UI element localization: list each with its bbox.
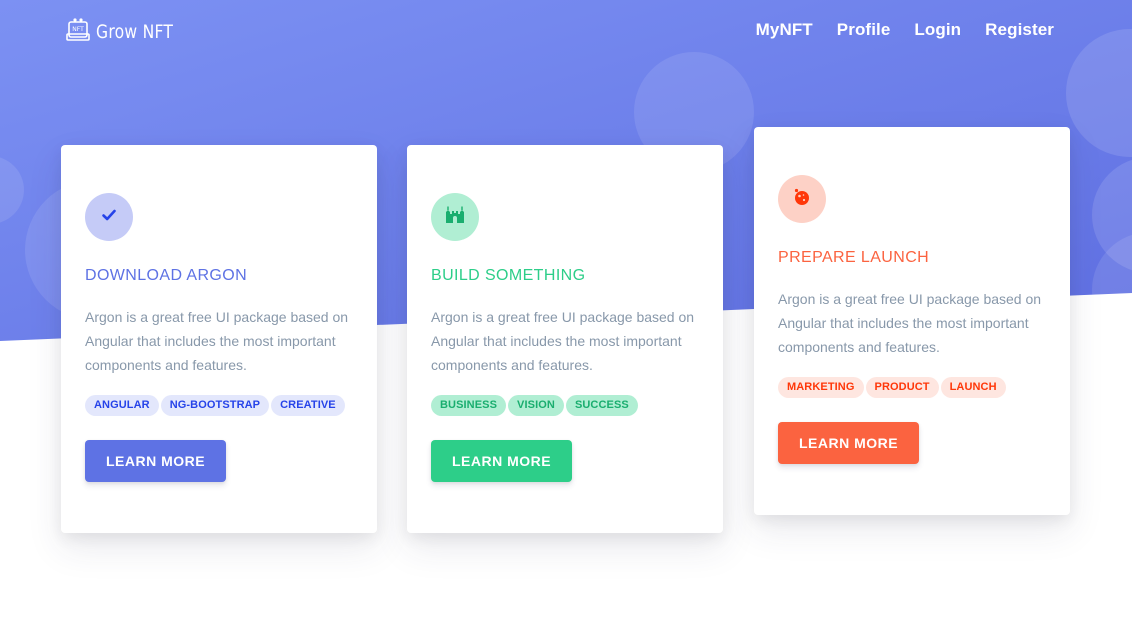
castle-icon xyxy=(444,205,466,230)
card-title: DOWNLOAD ARGON xyxy=(85,267,248,284)
nav-link-mynft[interactable]: MyNFT xyxy=(756,20,813,40)
learn-more-button[interactable]: LEARN MORE xyxy=(85,440,227,482)
card-icon-circle xyxy=(778,175,826,223)
brand[interactable]: NFT Grow NFT xyxy=(66,17,190,47)
badge: VISION xyxy=(508,395,564,416)
card-badges: BUSINESS VISION SUCCESS xyxy=(431,395,699,416)
card-badges: MARKETING PRODUCT LAUNCH xyxy=(778,377,1046,398)
badge: CREATIVE xyxy=(271,395,345,416)
badge: ANGULAR xyxy=(85,395,159,416)
navbar: NFT Grow NFT MyNFT Profile Login Registe… xyxy=(0,0,1132,64)
card-description: Argon is a great free UI package based o… xyxy=(778,291,1042,355)
svg-text:NFT: NFT xyxy=(72,26,84,33)
feature-card-launch: PREPARE LAUNCH Argon is a great free UI … xyxy=(754,127,1070,515)
badge: MARKETING xyxy=(778,377,864,398)
card-description: Argon is a great free UI package based o… xyxy=(431,309,695,373)
learn-more-button[interactable]: LEARN MORE xyxy=(778,422,920,464)
card-title: PREPARE LAUNCH xyxy=(778,249,930,266)
nft-logo-icon: NFT xyxy=(66,17,92,48)
feature-card-build: BUILD SOMETHING Argon is a great free UI… xyxy=(407,145,723,533)
badge: LAUNCH xyxy=(940,377,1006,398)
feature-card-download: DOWNLOAD ARGON Argon is a great free UI … xyxy=(61,145,377,533)
card-description: Argon is a great free UI package based o… xyxy=(85,309,349,373)
card-badges: ANGULAR NG-BOOTSTRAP CREATIVE xyxy=(85,395,353,416)
nav-links: MyNFT Profile Login Register xyxy=(756,20,1054,40)
nav-link-register[interactable]: Register xyxy=(985,20,1054,40)
learn-more-button[interactable]: LEARN MORE xyxy=(431,440,573,482)
card-title: BUILD SOMETHING xyxy=(431,267,586,284)
card-icon-circle xyxy=(431,193,479,241)
card-icon-circle xyxy=(85,193,133,241)
planet-icon xyxy=(792,187,812,212)
badge: NG-BOOTSTRAP xyxy=(160,395,270,416)
badge: BUSINESS xyxy=(431,395,507,416)
check-icon xyxy=(101,207,117,228)
nav-link-login[interactable]: Login xyxy=(914,20,961,40)
badge: PRODUCT xyxy=(865,377,939,398)
brand-name: Grow NFT xyxy=(96,21,174,43)
nav-link-profile[interactable]: Profile xyxy=(837,20,891,40)
badge: SUCCESS xyxy=(565,395,638,416)
